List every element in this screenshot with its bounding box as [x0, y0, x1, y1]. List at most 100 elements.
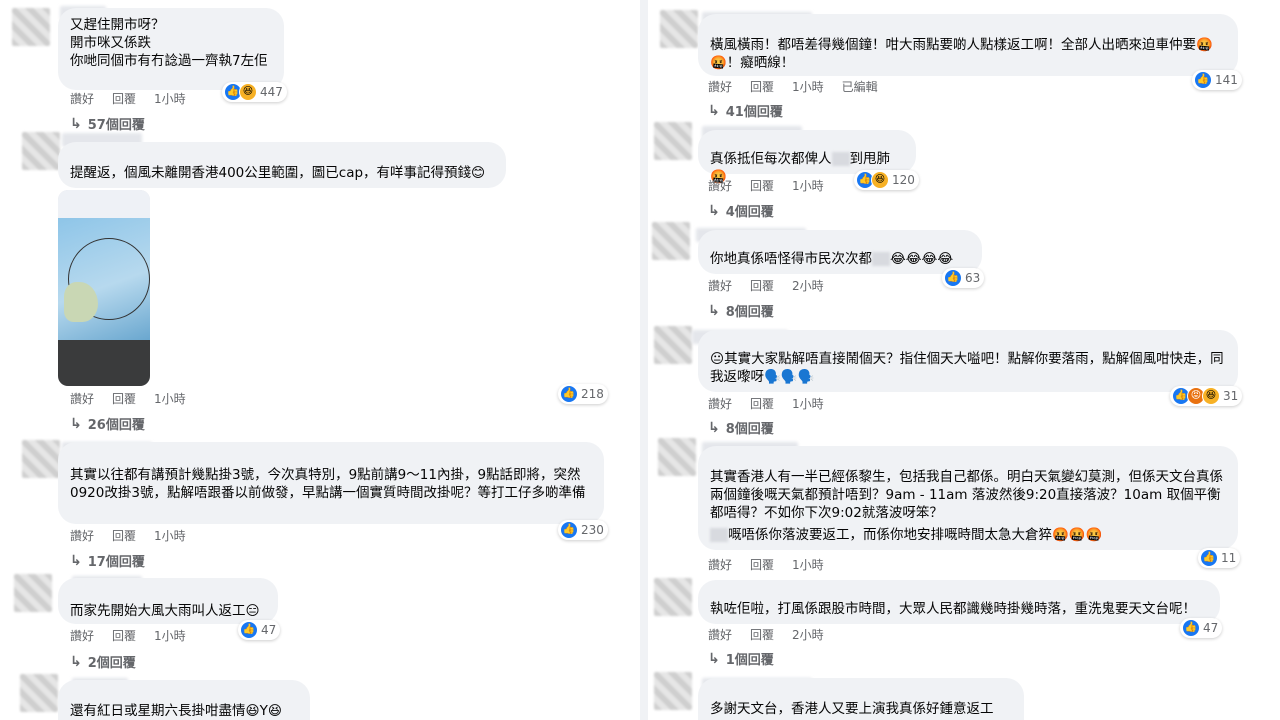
comment-time[interactable]: 1小時 [792, 557, 824, 573]
comment-text: 其實香港人有一半已經係黎生，包括我自己都係。明白天氣變幻莫測，但係天文台真係兩個… [710, 469, 1223, 521]
view-replies-link[interactable]: ↳ 4個回覆 [708, 201, 774, 221]
reply-arrow-icon: ↳ [708, 102, 720, 119]
reply-button[interactable]: 回覆 [750, 557, 774, 573]
reply-button[interactable]: 回覆 [750, 178, 774, 194]
comment-time[interactable]: 1小時 [154, 628, 186, 644]
comment-time[interactable]: 1小時 [792, 396, 824, 412]
reaction-summary[interactable]: 👍 😆 120 [854, 170, 919, 190]
reply-button[interactable]: 回覆 [750, 278, 774, 294]
reaction-summary[interactable]: 👍 63 [942, 268, 985, 288]
view-replies-link[interactable]: ↳ 8個回覆 [708, 418, 774, 438]
reaction-summary[interactable]: 👍 😆 447 [222, 82, 287, 102]
like-button[interactable]: 讚好 [70, 628, 94, 644]
comment-time[interactable]: 1小時 [154, 528, 186, 544]
reaction-count: 31 [1223, 389, 1239, 403]
reply-button[interactable]: 回覆 [750, 627, 774, 643]
avatar[interactable] [652, 222, 690, 260]
like-button[interactable]: 讚好 [708, 278, 732, 294]
view-replies-link[interactable]: ↳ 1個回覆 [708, 649, 774, 669]
redacted-word [872, 252, 890, 266]
view-replies-link[interactable]: ↳ 26個回覆 [70, 414, 145, 434]
comment-time[interactable]: 2小時 [792, 627, 824, 643]
reaction-summary[interactable]: 👍 47 [238, 620, 281, 640]
reply-button[interactable]: 回覆 [112, 391, 136, 407]
comment-text: 又趕住開市呀？ 開市咪又係跌 你哋同個市有冇諗過一齊執7左佢 [70, 17, 268, 69]
redacted-word [710, 528, 728, 542]
like-button[interactable]: 讚好 [708, 396, 732, 412]
comment-text: 其實以往都有講預計幾點掛3號，今次真特別，9點前講9～11內掛，9點話即將，突然… [70, 467, 586, 501]
like-button[interactable]: 讚好 [708, 178, 732, 194]
comment-time[interactable]: 1小時 [792, 178, 824, 194]
view-replies-link[interactable]: ↳ 17個回覆 [70, 551, 145, 571]
comment-text: 你地真係唔怪得市民次次都 [710, 251, 872, 267]
view-replies-link[interactable]: ↳ 8個回覆 [708, 301, 774, 321]
like-button[interactable]: 讚好 [70, 91, 94, 107]
like-button[interactable]: 讚好 [70, 528, 94, 544]
comment-bubble: 執咗佢啦，打風係跟股市時間，大眾人民都識幾時掛幾時落，重洗鬼要天文台呢！ [698, 580, 1220, 624]
reply-button[interactable]: 回覆 [750, 396, 774, 412]
comment-time[interactable]: 2小時 [792, 278, 824, 294]
view-replies-link[interactable]: ↳ 2個回覆 [70, 652, 136, 672]
comment-actions: 讚好 回覆 1小時 [70, 528, 186, 544]
comment-time[interactable]: 1小時 [154, 391, 186, 407]
reply-button[interactable]: 回覆 [112, 528, 136, 544]
comment-text: 真係抵佢每次都俾人 [710, 151, 832, 167]
like-button[interactable]: 讚好 [708, 627, 732, 643]
comment-actions: 讚好 回覆 1小時 已編輯 [708, 79, 878, 95]
avatar[interactable] [20, 674, 58, 712]
replies-count: 17個回覆 [87, 555, 145, 570]
comment-bubble: 提醒返，個風未離開香港400公里範圍，圖已cap，有咩事記得預錢😊 [58, 142, 506, 188]
avatar[interactable] [654, 578, 692, 616]
reaction-summary[interactable]: 👍 47 [1180, 618, 1223, 638]
avatar[interactable] [654, 326, 692, 364]
reaction-summary[interactable]: 👍 230 [558, 520, 608, 540]
reaction-count: 120 [892, 173, 915, 187]
app-toolbar [58, 340, 150, 386]
right-comment-column: 橫風橫雨！都唔差得幾個鐘！咁大雨點要啲人點樣返工啊！全部人出晒來迫車仲要🤬🤬！癡… [648, 0, 1280, 720]
like-button[interactable]: 讚好 [708, 557, 732, 573]
avatar[interactable] [658, 438, 696, 476]
reaction-count: 230 [581, 523, 604, 537]
avatar[interactable] [22, 132, 60, 170]
like-reaction-icon: 👍 [944, 269, 962, 287]
view-replies-link[interactable]: ↳ 57個回覆 [70, 114, 145, 134]
avatar[interactable] [14, 574, 52, 612]
left-comment-column: 又趕住開市呀？ 開市咪又係跌 你哋同個市有冇諗過一齊執7左佢 👍 😆 447 讚… [0, 0, 640, 720]
reaction-count: 11 [1221, 551, 1237, 565]
avatar[interactable] [660, 10, 698, 48]
avatar[interactable] [22, 440, 60, 478]
like-reaction-icon: 👍 [1182, 619, 1200, 637]
avatar[interactable] [12, 8, 50, 46]
comment-actions: 讚好 回覆 1小時 [708, 396, 824, 412]
reaction-summary[interactable]: 👍 😡 😆 31 [1170, 386, 1243, 406]
comment-text-second: 嘅唔係你落波要返工，而係你地安排嘅時間太急大倉猝🤬🤬🤬 [728, 527, 1103, 543]
reply-arrow-icon: ↳ [708, 419, 720, 436]
comment-actions: 讚好 回覆 2小時 [708, 627, 824, 643]
comment-time[interactable]: 1小時 [792, 79, 824, 95]
typhoon-screenshot-image[interactable] [58, 190, 150, 386]
comment-text: 提醒返，個風未離開香港400公里範圍，圖已cap，有咩事記得預錢😊 [70, 165, 486, 181]
land-area [64, 282, 98, 322]
reply-arrow-icon: ↳ [70, 552, 82, 569]
reaction-summary[interactable]: 👍 218 [558, 384, 608, 404]
comment-actions: 讚好 回覆 1小時 [708, 557, 824, 573]
reaction-summary[interactable]: 👍 141 [1192, 70, 1242, 90]
reply-button[interactable]: 回覆 [112, 628, 136, 644]
view-replies-link[interactable]: ↳ 41個回覆 [708, 101, 783, 121]
comment-time[interactable]: 1小時 [154, 91, 186, 107]
replies-count: 4個回覆 [725, 205, 774, 220]
comment-bubble: 還有紅日或星期六長掛咁盡情😆Y😆 [58, 680, 310, 720]
reaction-summary[interactable]: 👍 11 [1198, 548, 1241, 568]
comment-text: 😐其實大家點解唔直接鬧個天？指住個天大嗌吧！點解你要落雨，點解個風咁快走，同我返… [710, 351, 1224, 385]
haha-reaction-icon: 😆 [1202, 387, 1220, 405]
reply-button[interactable]: 回覆 [750, 79, 774, 95]
replies-count: 2個回覆 [87, 656, 136, 671]
avatar[interactable] [654, 122, 692, 160]
reply-button[interactable]: 回覆 [112, 91, 136, 107]
comment-bubble: 其實香港人有一半已經係黎生，包括我自己都係。明白天氣變幻莫測，但係天文台真係兩個… [698, 446, 1238, 550]
like-button[interactable]: 讚好 [70, 391, 94, 407]
avatar[interactable] [654, 672, 692, 710]
comment-bubble: 你地真係唔怪得市民次次都 😂😂😂😂 [698, 230, 982, 274]
like-button[interactable]: 讚好 [708, 79, 732, 95]
reply-arrow-icon: ↳ [708, 202, 720, 219]
